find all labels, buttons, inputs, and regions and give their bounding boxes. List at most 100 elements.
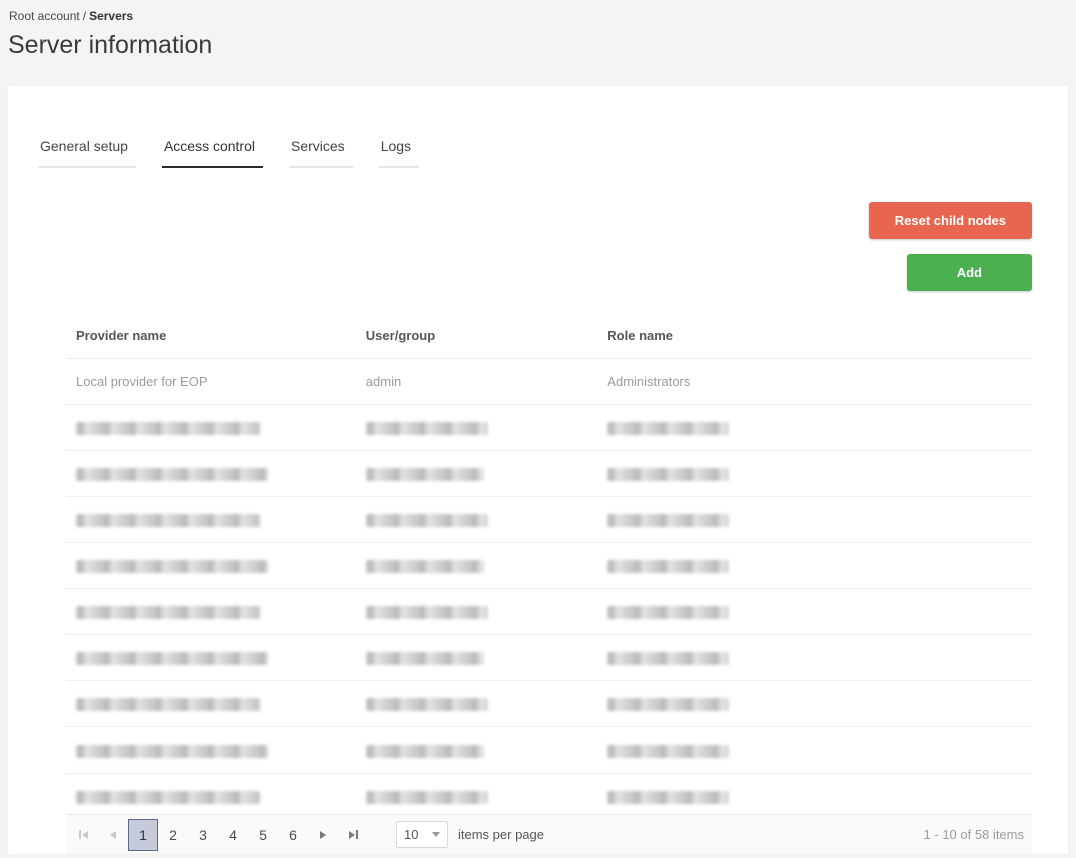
redacted-text bbox=[76, 606, 260, 620]
cell-role bbox=[597, 634, 1032, 682]
cell-role: Administrators bbox=[597, 358, 1032, 405]
redacted-text bbox=[607, 652, 730, 666]
cell-role bbox=[597, 496, 1032, 544]
pager-page-3[interactable]: 3 bbox=[188, 819, 218, 851]
pager-page-5[interactable]: 5 bbox=[248, 819, 278, 851]
tab-general-setup[interactable]: General setup bbox=[38, 132, 136, 168]
next-page-icon bbox=[320, 830, 326, 839]
redacted-text bbox=[607, 560, 730, 574]
cell-user bbox=[355, 588, 598, 636]
cell-role bbox=[597, 542, 1032, 590]
cell-provider: Local provider for EOP bbox=[66, 358, 356, 405]
redacted-text bbox=[365, 422, 488, 436]
redacted-text bbox=[607, 744, 730, 758]
redacted-text bbox=[76, 744, 268, 758]
redacted-text bbox=[365, 606, 488, 620]
breadcrumb: Root account / Servers bbox=[0, 0, 1076, 23]
last-page-icon bbox=[348, 830, 355, 839]
cell-user bbox=[355, 542, 598, 590]
cell-role bbox=[597, 404, 1032, 452]
cell-user: admin bbox=[355, 358, 598, 405]
redacted-text bbox=[607, 422, 730, 436]
cell-provider bbox=[66, 680, 356, 728]
cell-user bbox=[355, 634, 598, 682]
tab-services[interactable]: Services bbox=[289, 132, 353, 168]
breadcrumb-separator: / bbox=[82, 9, 87, 23]
table-row bbox=[66, 726, 1032, 774]
pager-last-button[interactable] bbox=[338, 820, 368, 850]
redacted-text bbox=[365, 468, 484, 482]
cell-provider bbox=[66, 773, 356, 820]
access-control-table: Provider name User/group Role name Local… bbox=[66, 313, 1032, 820]
pager-page-4[interactable]: 4 bbox=[218, 819, 248, 851]
cell-role bbox=[597, 588, 1032, 636]
redacted-text bbox=[76, 652, 268, 666]
cell-user bbox=[355, 404, 598, 452]
redacted-text bbox=[607, 698, 730, 712]
column-header-user-group[interactable]: User/group bbox=[355, 313, 598, 359]
cell-role bbox=[597, 450, 1032, 498]
redacted-text bbox=[76, 790, 260, 804]
items-per-page-label: items per page bbox=[458, 827, 544, 842]
redacted-text bbox=[76, 468, 268, 482]
cell-user bbox=[355, 450, 598, 498]
pager-page-1[interactable]: 1 bbox=[128, 818, 158, 851]
breadcrumb-root[interactable]: Root account bbox=[9, 9, 80, 23]
table-row bbox=[66, 680, 1032, 728]
redacted-text bbox=[365, 652, 484, 666]
page-size-dropdown[interactable]: 10 bbox=[396, 821, 448, 848]
cell-role bbox=[597, 680, 1032, 728]
redacted-text bbox=[365, 790, 488, 804]
redacted-text bbox=[76, 514, 260, 528]
breadcrumb-current: Servers bbox=[89, 9, 134, 23]
page-size-value: 10 bbox=[404, 827, 419, 842]
pager-prev-button[interactable] bbox=[98, 820, 128, 850]
cell-provider bbox=[66, 404, 356, 452]
cell-provider bbox=[66, 588, 356, 636]
pager-first-button[interactable] bbox=[68, 820, 98, 850]
cell-user bbox=[355, 680, 598, 728]
pager-page-2[interactable]: 2 bbox=[158, 819, 188, 851]
redacted-text bbox=[607, 468, 730, 482]
action-buttons: Reset child nodes Add bbox=[66, 202, 1032, 291]
tab-logs[interactable]: Logs bbox=[378, 132, 420, 168]
previous-page-icon bbox=[110, 830, 116, 839]
redacted-text bbox=[76, 698, 260, 712]
cell-user bbox=[355, 496, 598, 544]
table-row bbox=[66, 634, 1032, 682]
column-header-provider-name[interactable]: Provider name bbox=[66, 313, 356, 359]
cell-provider bbox=[66, 542, 356, 590]
column-header-role-name[interactable]: Role name bbox=[597, 313, 1032, 359]
cell-user bbox=[355, 773, 598, 820]
table-row bbox=[66, 404, 1032, 452]
table-body: Local provider for EOP admin Administrator… bbox=[66, 358, 1032, 820]
cell-provider bbox=[66, 634, 356, 682]
tab-access-control[interactable]: Access control bbox=[161, 132, 263, 168]
pager-pages: 123456 bbox=[128, 818, 308, 851]
cell-user bbox=[355, 726, 598, 774]
redacted-text bbox=[365, 698, 488, 712]
pager-next-button[interactable] bbox=[308, 820, 338, 850]
table-row: Local provider for EOP admin Administrator… bbox=[66, 358, 1032, 405]
redacted-text bbox=[607, 790, 730, 804]
table-row bbox=[66, 588, 1032, 636]
table-row bbox=[66, 496, 1032, 544]
redacted-text bbox=[365, 514, 488, 528]
table-row bbox=[66, 542, 1032, 590]
redacted-text bbox=[76, 422, 260, 436]
table-row bbox=[66, 773, 1032, 820]
pager-range-label: 1 - 10 of 58 items bbox=[923, 827, 1024, 842]
redacted-text bbox=[607, 606, 730, 620]
cell-provider bbox=[66, 450, 356, 498]
add-button[interactable]: Add bbox=[906, 254, 1032, 291]
tab-strip: General setup Access control Services Logs bbox=[38, 132, 1032, 168]
redacted-text bbox=[607, 514, 730, 528]
reset-child-nodes-button[interactable]: Reset child nodes bbox=[868, 202, 1032, 239]
access-control-panel: Reset child nodes Add Provider name User… bbox=[66, 202, 1032, 820]
cell-role bbox=[597, 773, 1032, 820]
cell-provider bbox=[66, 726, 356, 774]
server-info-card: General setup Access control Services Logs … bbox=[8, 86, 1068, 854]
page-title: Server information bbox=[8, 31, 213, 59]
table-row bbox=[66, 450, 1032, 498]
pager-page-6[interactable]: 6 bbox=[278, 819, 308, 851]
